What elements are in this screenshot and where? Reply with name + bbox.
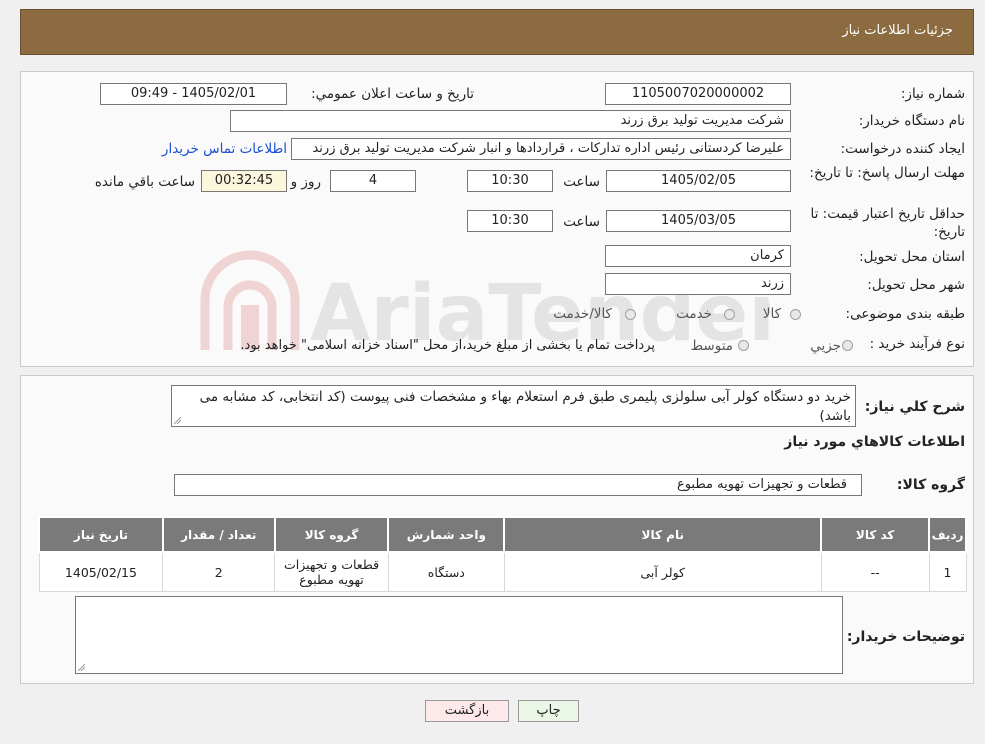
description-label: شرح کلي نياز: [864, 399, 965, 415]
col-qty-header: تعداد / مقدار [161, 516, 276, 553]
description-text: خريد دو دستگاه کولر آبی سلولزی پليمری طب… [199, 389, 851, 424]
cell-date: 1405/02/15 [38, 551, 164, 592]
remaining-time-field: 00:32:45 [201, 170, 287, 192]
col-group-header: گروه کالا [273, 516, 390, 553]
creator-field: عليرضا کردستانی رئيس اداره تدارکات ، قرا… [291, 138, 791, 160]
deadline-date-field: 1405/02/05 [606, 170, 791, 192]
buyer-contact-link[interactable]: اطلاعات تماس خريدار [162, 141, 287, 157]
cell-name: کولر آبی [503, 551, 822, 592]
process-radio-medium[interactable] [738, 340, 749, 351]
validity-date-field: 1405/03/05 [606, 210, 791, 232]
days-label: روز و [290, 174, 321, 190]
province-label: استان محل تحويل: [859, 249, 965, 265]
deadline-time-label: ساعت [563, 174, 600, 190]
back-button[interactable]: بازگشت [425, 700, 509, 722]
city-label: شهر محل تحويل: [867, 277, 965, 293]
resize-grip-icon[interactable] [78, 664, 85, 671]
need-number-label: شماره نياز: [900, 86, 965, 102]
goods-table: رديف کد کالا نام کالا واحد شمارش گروه کا… [38, 516, 967, 592]
process-note: پرداخت تمام يا بخشی از مبلغ خريد،از محل … [240, 338, 655, 353]
description-textarea[interactable]: خريد دو دستگاه کولر آبی سلولزی پليمری طب… [171, 385, 856, 427]
province-field: کرمان [605, 245, 791, 267]
category-label: طبقه بندی موضوعی: [845, 306, 965, 322]
process-label: نوع فرآيند خريد : [869, 336, 965, 352]
announce-label: تاريخ و ساعت اعلان عمومي: [311, 86, 474, 102]
validity-time-label: ساعت [563, 214, 600, 230]
page-header: جزئيات اطلاعات نياز [20, 9, 974, 55]
cell-qty: 2 [162, 551, 276, 592]
resize-grip-icon[interactable] [174, 417, 181, 424]
category-radio-goods[interactable] [790, 309, 801, 320]
cell-code: -- [820, 551, 930, 592]
buyer-org-label: نام دستگاه خريدار: [858, 113, 965, 129]
cell-unit: دستگاه [387, 551, 505, 592]
buyer-notes-label: توضيحات خريدار: [846, 629, 965, 645]
days-field: 4 [330, 170, 416, 192]
category-radio-goods-service[interactable] [625, 309, 636, 320]
page-title: جزئيات اطلاعات نياز [842, 23, 953, 38]
cell-group: قطعات و تجهيزات تهويه مطبوع [274, 551, 389, 592]
goods-section-title: اطلاعات کالاهاي مورد نياز [784, 434, 965, 450]
category-option-service: خدمت [676, 306, 712, 322]
process-radio-minor[interactable] [842, 340, 853, 351]
remaining-label: ساعت باقي مانده [94, 174, 195, 190]
process-option-medium: متوسط [690, 338, 733, 354]
validity-label: حداقل تاريخ اعتبار قيمت: تا تاريخ: [810, 206, 965, 240]
col-date-header: تاريخ نياز [38, 516, 164, 553]
category-radio-service[interactable] [724, 309, 735, 320]
buyer-org-field: شرکت مديريت توليد برق زرند [230, 110, 791, 132]
announce-date-field: 1405/02/01 - 09:49 [100, 83, 287, 105]
validity-time-field: 10:30 [467, 210, 553, 232]
category-option-goods-service: کالا/خدمت [553, 306, 612, 322]
creator-label: ايجاد کننده درخواست: [840, 141, 965, 157]
need-number-field: 1105007020000002 [605, 83, 791, 105]
deadline-label: مهلت ارسال پاسخ: تا تاريخ: [809, 165, 965, 181]
col-unit-header: واحد شمارش [387, 516, 506, 553]
col-row-header: رديف [928, 516, 967, 553]
print-button[interactable]: چاپ [518, 700, 579, 722]
col-name-header: نام کالا [503, 516, 823, 553]
cell-row: 1 [928, 551, 967, 592]
category-option-goods: کالا [762, 306, 781, 322]
deadline-time-field: 10:30 [467, 170, 553, 192]
buyer-notes-textarea[interactable] [75, 596, 843, 674]
goods-group-label: گروه کالا: [896, 477, 965, 493]
table-row: 1 -- کولر آبی دستگاه قطعات و تجهيزات تهو… [38, 551, 967, 592]
col-code-header: کد کالا [820, 516, 931, 553]
process-option-minor: جزيي [810, 338, 841, 354]
goods-group-field: قطعات و تجهيزات تهويه مطبوع [174, 474, 862, 496]
city-field: زرند [605, 273, 791, 295]
